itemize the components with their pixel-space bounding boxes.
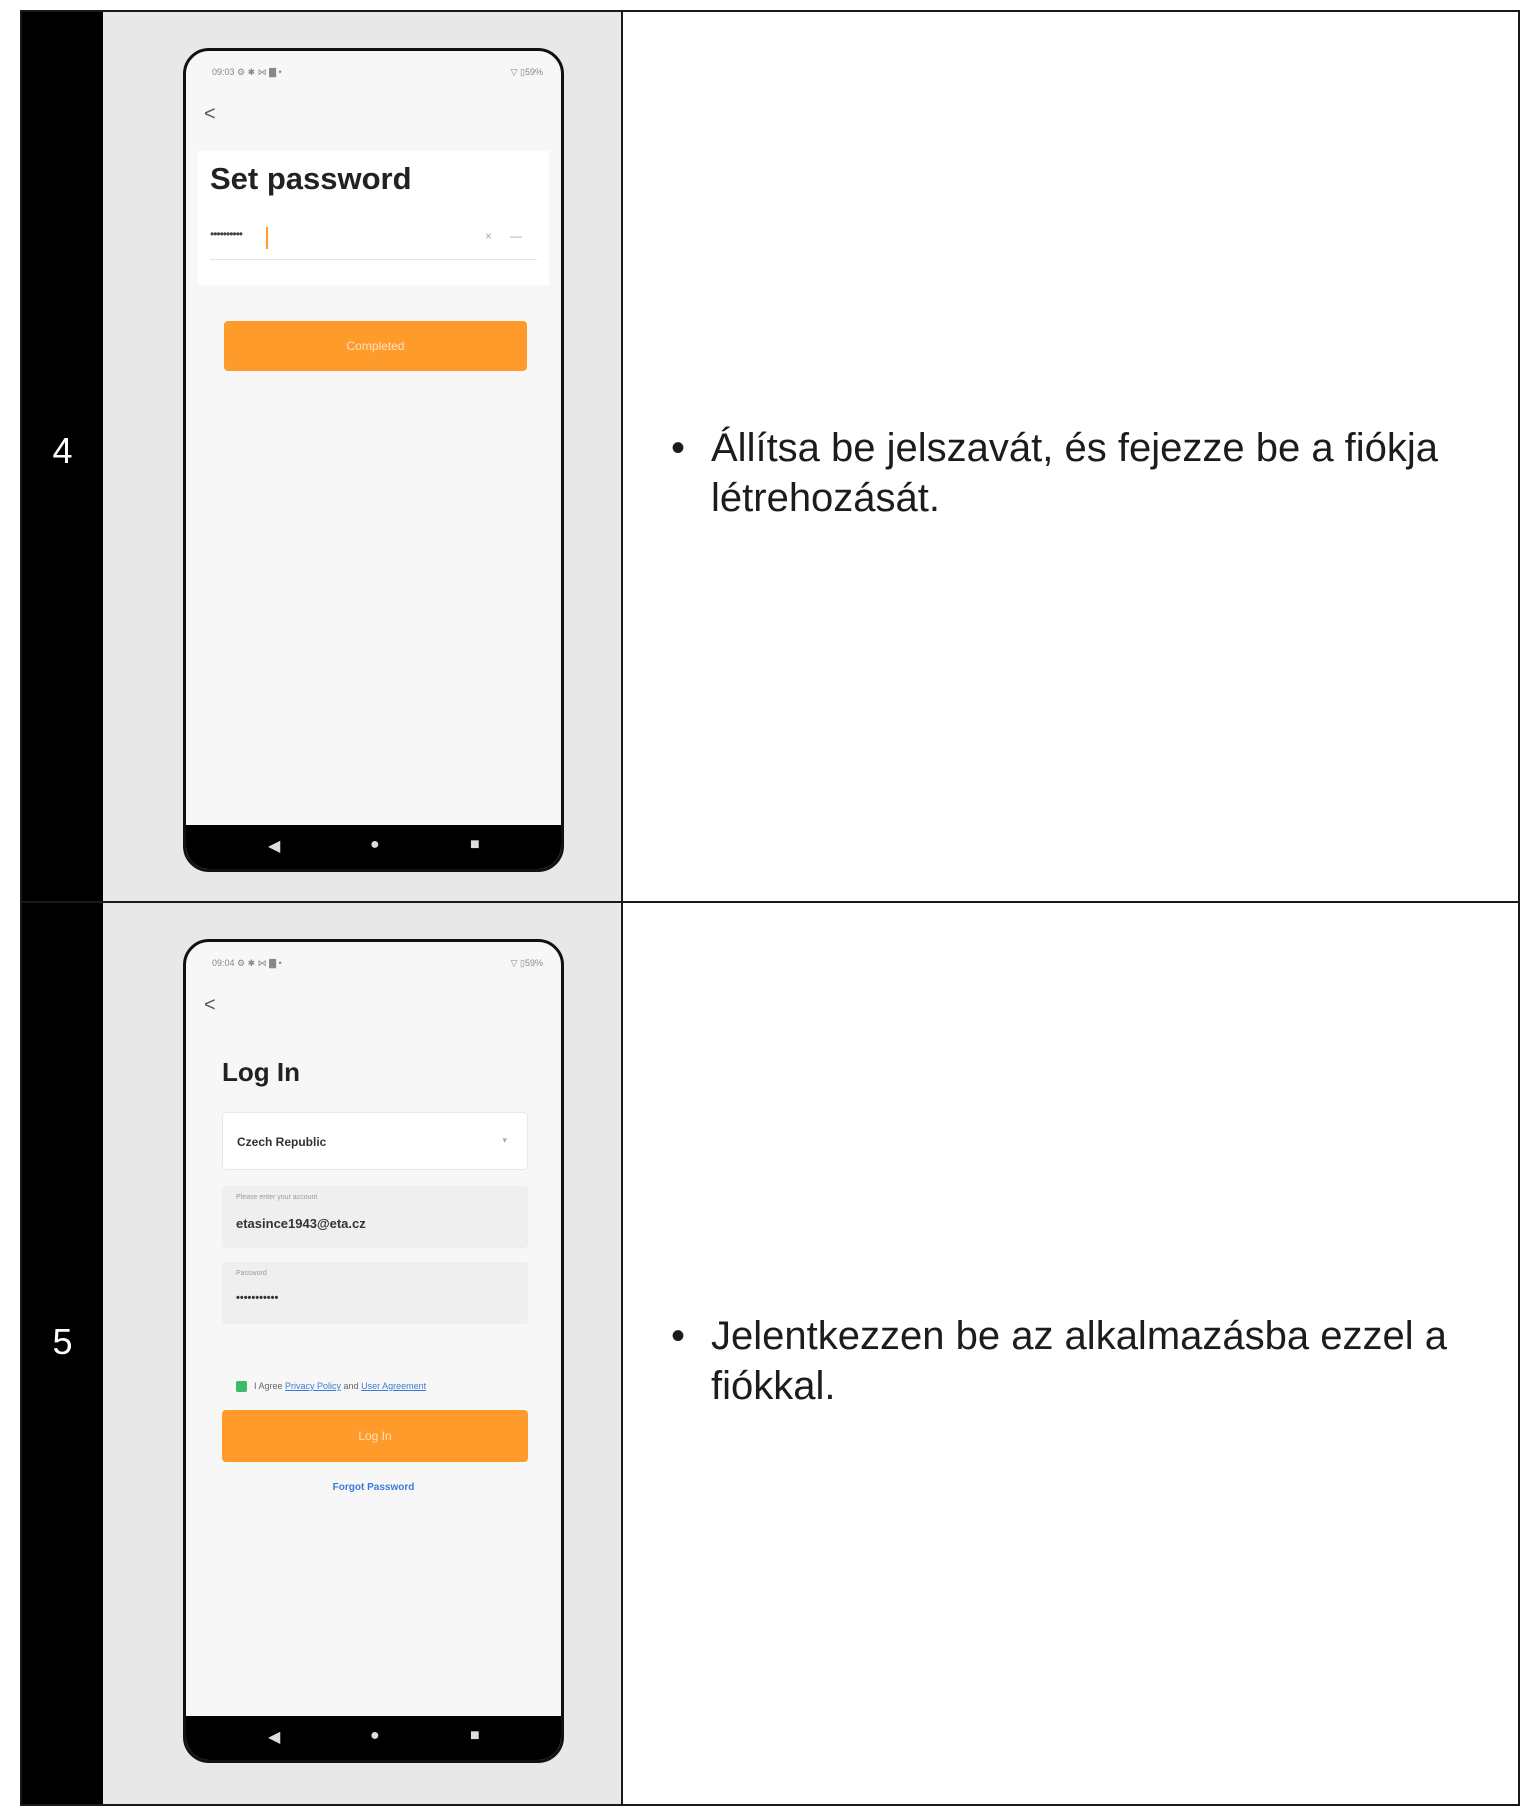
agree-prefix: I Agree <box>254 1381 286 1391</box>
agree-and: and <box>341 1381 362 1391</box>
table-row-step-5: 5 09:04 ⚙ ✱ ⋈ ▇ • ▽ ▯59% < Log In Czech … <box>22 903 1518 1804</box>
status-bar: 09:04 ⚙ ✱ ⋈ ▇ • ▽ ▯59% <box>186 958 561 978</box>
agreement-row: I Agree Privacy Policy and User Agreemen… <box>236 1379 526 1395</box>
nav-back-icon[interactable]: ◀ <box>268 1727 280 1747</box>
bullet-dot: • <box>671 426 686 470</box>
account-label: Please enter your account <box>236 1194 318 1201</box>
step-column: 5 <box>22 903 103 1804</box>
page-title: Set password <box>210 161 412 196</box>
screenshot-cell: 09:03 ⚙ ✱ ⋈ ▇ • ▽ ▯59% < Set password ••… <box>103 12 621 901</box>
description-cell: • Állítsa be jelszavát, és fejezze be a … <box>623 12 1518 901</box>
chevron-down-icon: ▾ <box>502 1135 507 1145</box>
privacy-policy-link[interactable]: Privacy Policy <box>285 1381 341 1391</box>
step-description: Állítsa be jelszavát, és fejezze be a fi… <box>711 426 1439 520</box>
back-arrow-icon[interactable]: < <box>204 103 216 126</box>
password-label: Password <box>236 1270 267 1277</box>
password-field[interactable]: •••••••••• <box>210 227 243 241</box>
account-field[interactable]: Please enter your account etasince1943@e… <box>222 1186 528 1248</box>
bullet-dot: • <box>671 1314 686 1358</box>
back-arrow-icon[interactable]: < <box>204 994 216 1017</box>
battery-status: ▽ ▯59% <box>510 67 543 77</box>
instruction-table: 4 09:03 ⚙ ✱ ⋈ ▇ • ▽ ▯59% < Set password … <box>20 10 1520 1806</box>
table-row-step-4: 4 09:03 ⚙ ✱ ⋈ ▇ • ▽ ▯59% < Set password … <box>22 12 1518 901</box>
battery-status: ▽ ▯59% <box>510 958 543 968</box>
eye-icon[interactable]: — <box>510 229 522 243</box>
forgot-password-link[interactable]: Forgot Password <box>186 1482 561 1493</box>
password-field[interactable]: Password ••••••••••• <box>222 1262 528 1324</box>
phone-frame: 09:03 ⚙ ✱ ⋈ ▇ • ▽ ▯59% < Set password ••… <box>183 48 564 872</box>
agree-checkbox[interactable] <box>236 1381 247 1392</box>
status-bar: 09:03 ⚙ ✱ ⋈ ▇ • ▽ ▯59% <box>186 67 561 87</box>
password-card: Set password •••••••••• × — <box>198 151 549 285</box>
nav-home-icon[interactable]: ● <box>370 1727 380 1745</box>
field-underline <box>210 259 537 260</box>
agreement-text: I Agree Privacy Policy and User Agreemen… <box>254 1381 426 1391</box>
android-nav-bar: ◀ ● ■ <box>186 825 561 869</box>
description-cell: • Jelentkezzen be az alkalmazásba ezzel … <box>623 903 1518 1804</box>
step-number: 4 <box>52 430 73 471</box>
clear-icon[interactable]: × <box>485 229 492 243</box>
nav-recent-icon[interactable]: ■ <box>470 1727 480 1745</box>
screenshot-cell: 09:04 ⚙ ✱ ⋈ ▇ • ▽ ▯59% < Log In Czech Re… <box>103 903 621 1804</box>
nav-recent-icon[interactable]: ■ <box>470 836 480 854</box>
password-dots: ••••••••••• <box>236 1292 279 1304</box>
login-button[interactable]: Log In <box>222 1410 528 1462</box>
step-column: 4 <box>22 12 103 901</box>
account-value: etasince1943@eta.cz <box>236 1216 366 1231</box>
status-time: 09:03 ⚙ ✱ ⋈ ▇ • <box>212 67 282 77</box>
phone-frame: 09:04 ⚙ ✱ ⋈ ▇ • ▽ ▯59% < Log In Czech Re… <box>183 939 564 1763</box>
nav-home-icon[interactable]: ● <box>370 836 380 854</box>
page-title: Log In <box>222 1057 300 1087</box>
text-cursor <box>266 227 268 249</box>
step-number: 5 <box>52 1321 73 1362</box>
country-value: Czech Republic <box>237 1135 327 1149</box>
android-nav-bar: ◀ ● ■ <box>186 1716 561 1760</box>
country-select[interactable]: Czech Republic ▾ <box>222 1112 528 1170</box>
completed-button[interactable]: Completed <box>224 321 527 371</box>
user-agreement-link[interactable]: User Agreement <box>361 1381 426 1391</box>
status-time: 09:04 ⚙ ✱ ⋈ ▇ • <box>212 958 282 968</box>
step-description: Jelentkezzen be az alkalmazásba ezzel a … <box>711 1314 1447 1408</box>
nav-back-icon[interactable]: ◀ <box>268 836 280 856</box>
